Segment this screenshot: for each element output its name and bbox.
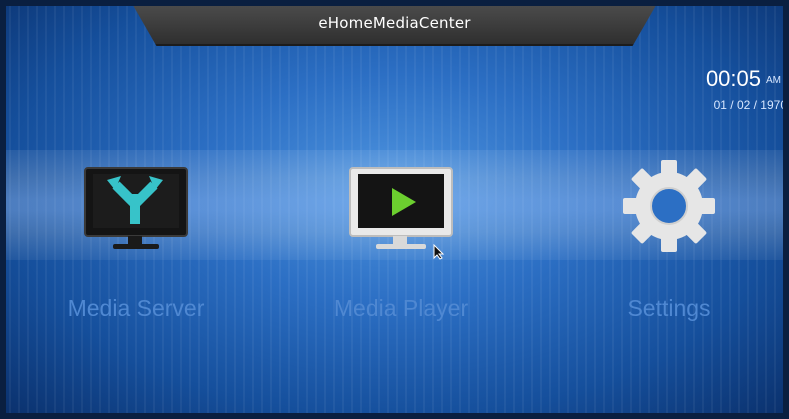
menu-item-settings[interactable]: Settings [569,160,769,340]
gear-icon [614,160,724,259]
home-screen: eHomeMediaCenter 00:05 AM 01 / 02 / 1970… [0,0,789,419]
title-bar: eHomeMediaCenter [130,0,659,46]
media-server-monitor-icon [81,160,191,259]
menu-item-media-player[interactable]: Media Player [301,160,501,340]
menu-item-media-server[interactable]: Media Server [36,160,236,340]
clock-ampm: AM [766,75,781,86]
menu-item-label: Media Player [333,295,469,321]
menu-item-label: Settings [627,295,711,321]
app-title: eHomeMediaCenter [318,14,471,32]
mouse-cursor-icon [433,243,445,264]
clock-date: 01 / 02 / 1970 [713,98,787,112]
menu-item-label: Media Server [67,295,205,321]
clock-time: 00:05 [705,66,761,91]
